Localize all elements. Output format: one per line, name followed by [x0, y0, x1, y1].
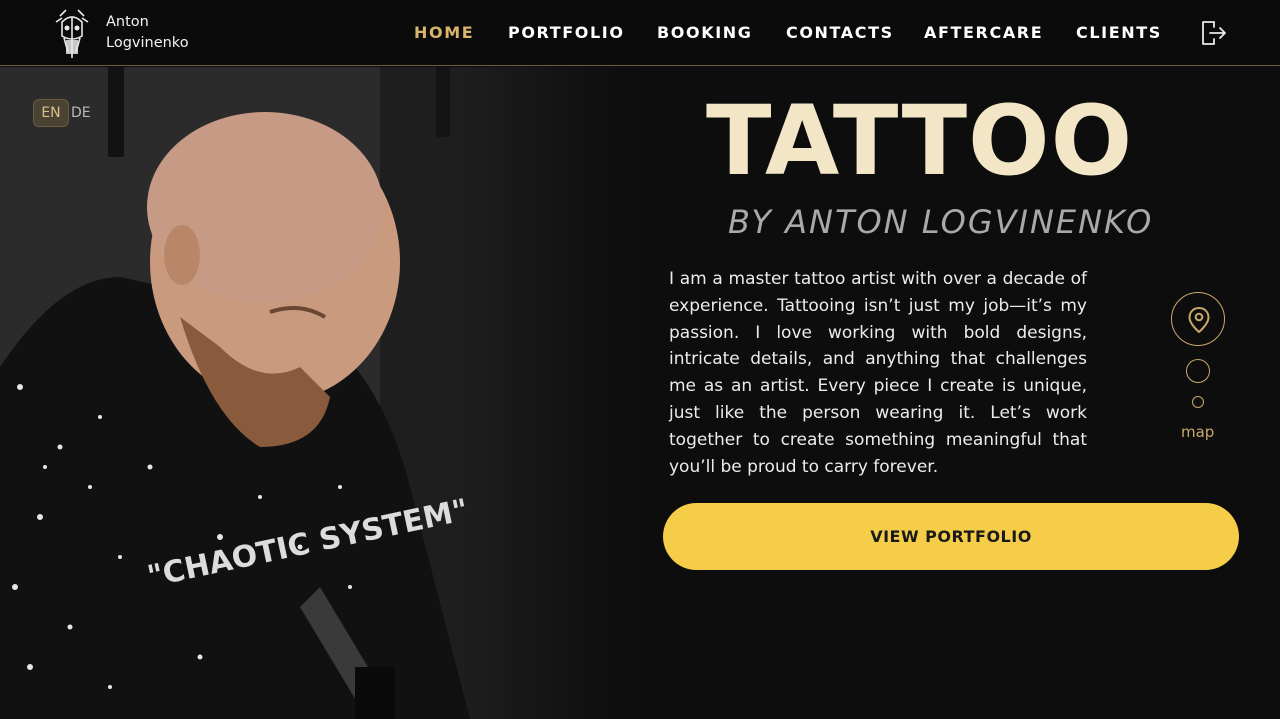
nav-contacts[interactable]: CONTACTS [786, 23, 894, 42]
brand-name[interactable]: Anton Logvinenko [106, 12, 189, 54]
lang-de-button[interactable]: DE [71, 105, 91, 121]
view-portfolio-button[interactable]: VIEW PORTFOLIO [663, 503, 1239, 570]
lang-en-button[interactable]: EN [33, 99, 69, 127]
hero-description: I am a master tattoo artist with over a … [669, 269, 1087, 477]
map-link[interactable]: map [1181, 423, 1214, 441]
artist-photo: "CHAOTIC SYSTEM" [0, 67, 640, 719]
nav-clients[interactable]: CLIENTS [1076, 23, 1162, 42]
viking-skull-logo-icon[interactable] [52, 6, 92, 62]
hero-title: TATTOO [706, 85, 1134, 197]
map-pin-button[interactable] [1171, 292, 1225, 346]
logout-icon[interactable] [1198, 18, 1228, 48]
nav-aftercare[interactable]: AFTERCARE [924, 23, 1043, 42]
location-pin-icon [1188, 306, 1210, 334]
site-header: Anton Logvinenko HOME PORTFOLIO BOOKING … [0, 0, 1280, 66]
photo-fade-overlay [460, 67, 640, 719]
map-indicator-ring [1186, 359, 1210, 383]
map-indicator-dot [1192, 396, 1204, 408]
brand-first-name: Anton [106, 14, 149, 30]
brand-last-name: Logvinenko [106, 35, 189, 51]
hero-subtitle: BY ANTON LOGVINENKO [728, 203, 1154, 241]
nav-booking[interactable]: BOOKING [657, 23, 752, 42]
nav-home[interactable]: HOME [414, 23, 474, 42]
nav-portfolio[interactable]: PORTFOLIO [508, 23, 625, 42]
language-switcher[interactable]: EN DE [33, 99, 91, 127]
